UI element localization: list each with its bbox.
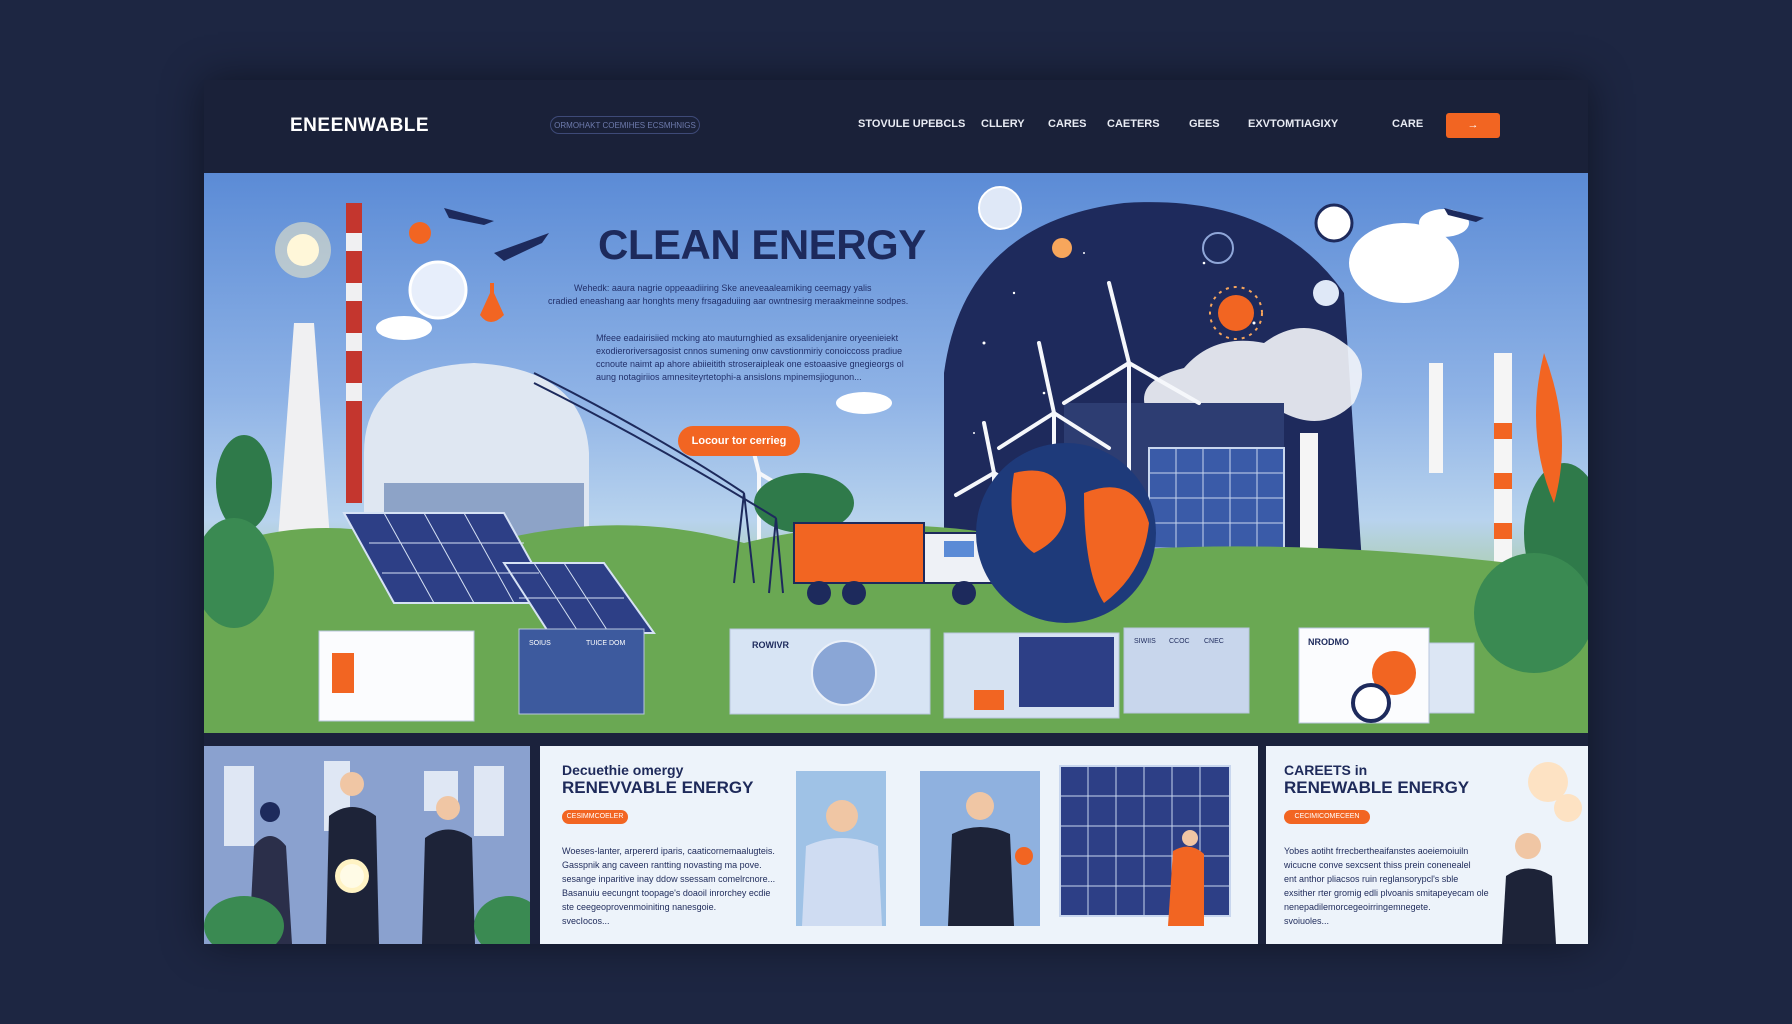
screen-col-3: CNEC bbox=[1204, 638, 1224, 645]
team-photo-panel bbox=[204, 746, 530, 944]
card-1-line-4: Basanuiu eecungnt toopage's doaoil inror… bbox=[562, 888, 771, 898]
card-1-line-5: ste ceegeoprovenmoiniting nanesgoie. bbox=[562, 902, 717, 912]
card-1-subtitle: Decuethie omergy bbox=[562, 762, 684, 778]
screen-mid-label: TUICE DOM bbox=[586, 640, 625, 647]
settings-badge-icon bbox=[1313, 280, 1339, 306]
sun-icon bbox=[1218, 295, 1254, 331]
nav-item-gees[interactable]: GEES bbox=[1189, 118, 1220, 130]
hero-paragraph-1-line-1: Wehedk: aaura nagrie oppeaadiiring Ske a… bbox=[574, 283, 872, 293]
hero-paragraph-1-line-2: cradied eneashang aar honghts meny frsag… bbox=[548, 296, 909, 306]
nav-cta-button[interactable]: → bbox=[1446, 113, 1500, 138]
clock-icon bbox=[1314, 203, 1354, 243]
hero-cta-button[interactable]: Locour tor cerrieg bbox=[678, 426, 800, 456]
flask-icon bbox=[480, 283, 504, 322]
card-2-line-3: ent anthor pliacsos ruin reglansorypcl's… bbox=[1284, 874, 1459, 884]
nav-item-stovule-upebcls[interactable]: STOVULE UPEBCLS bbox=[858, 118, 965, 130]
card-1-title: RENEVVABLE ENERGY bbox=[562, 778, 754, 797]
top-navigation-bar: ENEENWABLE ORMOHAKT COEMIHES ECSMHNIGS S… bbox=[204, 80, 1588, 173]
hero-paragraph-2-line-3: ccnoute naimt ap ahore abiieitith strose… bbox=[596, 359, 904, 369]
card-1-line-3: sesange inparitive inay ddow ssessam com… bbox=[562, 874, 776, 884]
card-2-line-6: svoiuoles... bbox=[1284, 916, 1330, 926]
screen-nrodmo-title: NRODMO bbox=[1308, 637, 1349, 647]
card-1-line-6: svecIocos... bbox=[562, 916, 610, 926]
careers-card: CAREETS in RENEWABLE ENERGY CECIMICOMECE… bbox=[1266, 746, 1588, 944]
nav-item-cllery[interactable]: CLLERY bbox=[981, 118, 1025, 130]
screen-col-1: SIWIIS bbox=[1134, 638, 1156, 645]
brand-logo[interactable]: ENEENWABLE bbox=[290, 115, 429, 137]
hero-title: CLEAN ENERGY bbox=[598, 221, 926, 268]
chart-badge-icon bbox=[1202, 232, 1234, 264]
hero-section: SOIUS TUICE DOM ROWIVR SIWIIS CCOC CNEC … bbox=[204, 173, 1588, 733]
card-1-tag-button[interactable]: CESIMMCOELER bbox=[562, 810, 628, 824]
globe-icon bbox=[408, 260, 468, 320]
browser-page: ENEENWABLE ORMOHAKT COEMIHES ECSMHNIGS S… bbox=[204, 80, 1588, 944]
airplane-icon bbox=[444, 208, 494, 225]
card-2-title: RENEWABLE ENERGY bbox=[1284, 778, 1470, 797]
hero-paragraph-2-line-4: aung notagiriios amnesiteyrtetophi-a ans… bbox=[596, 372, 862, 382]
card-2-line-5: nenepadilemorcegeoirringemnegete. bbox=[1284, 902, 1431, 912]
nav-item-care[interactable]: CARE bbox=[1392, 118, 1423, 130]
moon-icon bbox=[1052, 238, 1072, 258]
card-2-line-2: wicucne conve sexcsent thiss prein conen… bbox=[1284, 860, 1471, 870]
card-2-line-4: exsither rter gromig edli plvoanis smita… bbox=[1284, 888, 1489, 898]
screen-rowivr-title: ROWIVR bbox=[752, 640, 789, 650]
card-2-tag-button[interactable]: CECIMICOMECEEN bbox=[1284, 810, 1370, 824]
nav-item-exvtomtiagixy[interactable]: EXVTOMTIAGIXY bbox=[1248, 118, 1338, 130]
nav-item-cares[interactable]: CARES bbox=[1048, 118, 1087, 130]
network-globe-icon bbox=[978, 186, 1022, 230]
nav-item-caeters[interactable]: CAETERS bbox=[1107, 118, 1160, 130]
card-2-line-1: Yobes aotiht frrecbertheaifanstes aoeiem… bbox=[1284, 846, 1469, 856]
screen-left-label: SOIUS bbox=[529, 640, 551, 647]
renewable-energy-card: Decuethie omergy RENEVVABLE ENERGY CESIM… bbox=[540, 746, 1258, 944]
airplane-icon-2 bbox=[494, 233, 549, 261]
card-1-line-1: Woeses-lanter, arpererd iparis, caaticor… bbox=[562, 846, 775, 856]
card-2-subtitle: CAREETS in bbox=[1284, 762, 1368, 778]
team-illustration bbox=[204, 746, 530, 944]
leaf-badge-icon bbox=[409, 222, 431, 244]
hero-paragraph-2-line-2: exodieroriversagosist cnnos sumening onw… bbox=[596, 346, 903, 356]
search-input[interactable]: ORMOHAKT COEMIHES ECSMHNIGS bbox=[550, 116, 700, 134]
screen-col-2: CCOC bbox=[1169, 638, 1190, 645]
hero-paragraph-2-line-1: Mfeee eadairisiied mcking ato mauturnghi… bbox=[596, 333, 899, 343]
card-1-line-2: Gasspnik ang caveen rantting novasting m… bbox=[562, 860, 762, 870]
